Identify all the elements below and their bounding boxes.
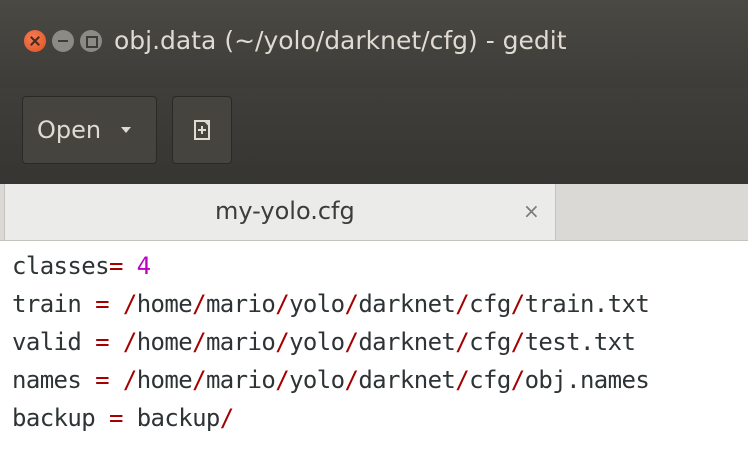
path-separator: /	[219, 404, 234, 432]
path-separator: /	[122, 366, 137, 394]
new-document-icon	[194, 120, 210, 140]
path-separator: /	[344, 366, 359, 394]
equals-sign: =	[108, 252, 123, 280]
path-segment: home	[136, 328, 193, 356]
path-separator: /	[192, 328, 206, 356]
equals-sign: =	[108, 404, 123, 432]
path-segment: cfg	[469, 328, 511, 356]
maximize-window-icon[interactable]	[80, 30, 102, 52]
equals-sign: =	[95, 366, 109, 394]
path-separator: /	[455, 366, 470, 394]
editor-line: valid = /home/mario/yolo/darknet/cfg/tes…	[12, 323, 636, 361]
editor-line: classes= 4	[12, 247, 151, 285]
path-separator: /	[344, 290, 359, 318]
config-key: valid	[12, 328, 82, 356]
path-separator: /	[275, 328, 290, 356]
path-segment: yolo	[289, 290, 345, 318]
path-segment: darknet	[358, 290, 456, 318]
path-segment: mario	[205, 328, 276, 356]
open-button[interactable]: Open	[22, 96, 157, 164]
config-key: classes	[12, 252, 110, 280]
chevron-down-icon	[121, 127, 131, 133]
new-document-button[interactable]	[172, 96, 232, 164]
path-separator: /	[455, 328, 470, 356]
minimize-window-icon[interactable]	[52, 30, 74, 52]
gedit-window: obj.data (~/yolo/darknet/cfg) - gedit Op…	[0, 0, 748, 456]
path-separator: /	[510, 328, 525, 356]
path-separator: /	[455, 290, 470, 318]
path-separator: /	[344, 328, 359, 356]
path-segment: darknet	[358, 366, 456, 394]
config-key: train	[12, 290, 82, 318]
path-segment: mario	[205, 290, 276, 318]
path-segment: yolo	[289, 328, 345, 356]
path-segment: yolo	[289, 366, 345, 394]
path-segment: home	[136, 366, 193, 394]
tab-label: my-yolo.cfg	[215, 197, 355, 225]
window-title: obj.data (~/yolo/darknet/cfg) - gedit	[114, 26, 567, 55]
path-segment: backup	[136, 404, 221, 432]
path-segment: home	[136, 290, 193, 318]
path-separator: /	[275, 366, 290, 394]
path-segment: train.txt	[524, 290, 650, 318]
path-separator: /	[510, 290, 525, 318]
config-key: backup	[12, 404, 96, 432]
editor-line: backup = backup/	[12, 399, 234, 437]
path-segment: darknet	[358, 328, 456, 356]
open-button-label: Open	[37, 116, 102, 144]
equals-sign: =	[95, 290, 109, 318]
tab-my-yolo-cfg[interactable]: my-yolo.cfg ×	[4, 184, 556, 240]
path-separator: /	[275, 290, 290, 318]
path-separator: /	[192, 290, 206, 318]
editor-line: names = /home/mario/yolo/darknet/cfg/obj…	[12, 361, 650, 399]
path-separator: /	[192, 366, 206, 394]
config-value: 4	[136, 252, 151, 280]
path-separator: /	[510, 366, 525, 394]
path-separator: /	[122, 328, 137, 356]
config-key: names	[12, 366, 82, 394]
path-segment: mario	[205, 366, 276, 394]
path-segment: cfg	[469, 366, 511, 394]
path-separator: /	[122, 290, 137, 318]
close-tab-icon[interactable]: ×	[523, 199, 540, 223]
close-window-icon[interactable]	[24, 30, 46, 52]
title-bar[interactable]: obj.data (~/yolo/darknet/cfg) - gedit	[0, 0, 748, 88]
equals-sign: =	[95, 328, 109, 356]
text-editor[interactable]: classes= 4 train = /home/mario/yolo/dark…	[0, 241, 748, 456]
path-segment: cfg	[469, 290, 511, 318]
editor-line: train = /home/mario/yolo/darknet/cfg/tra…	[12, 285, 650, 323]
path-segment: obj.names	[524, 366, 650, 394]
path-segment: test.txt	[524, 328, 636, 356]
